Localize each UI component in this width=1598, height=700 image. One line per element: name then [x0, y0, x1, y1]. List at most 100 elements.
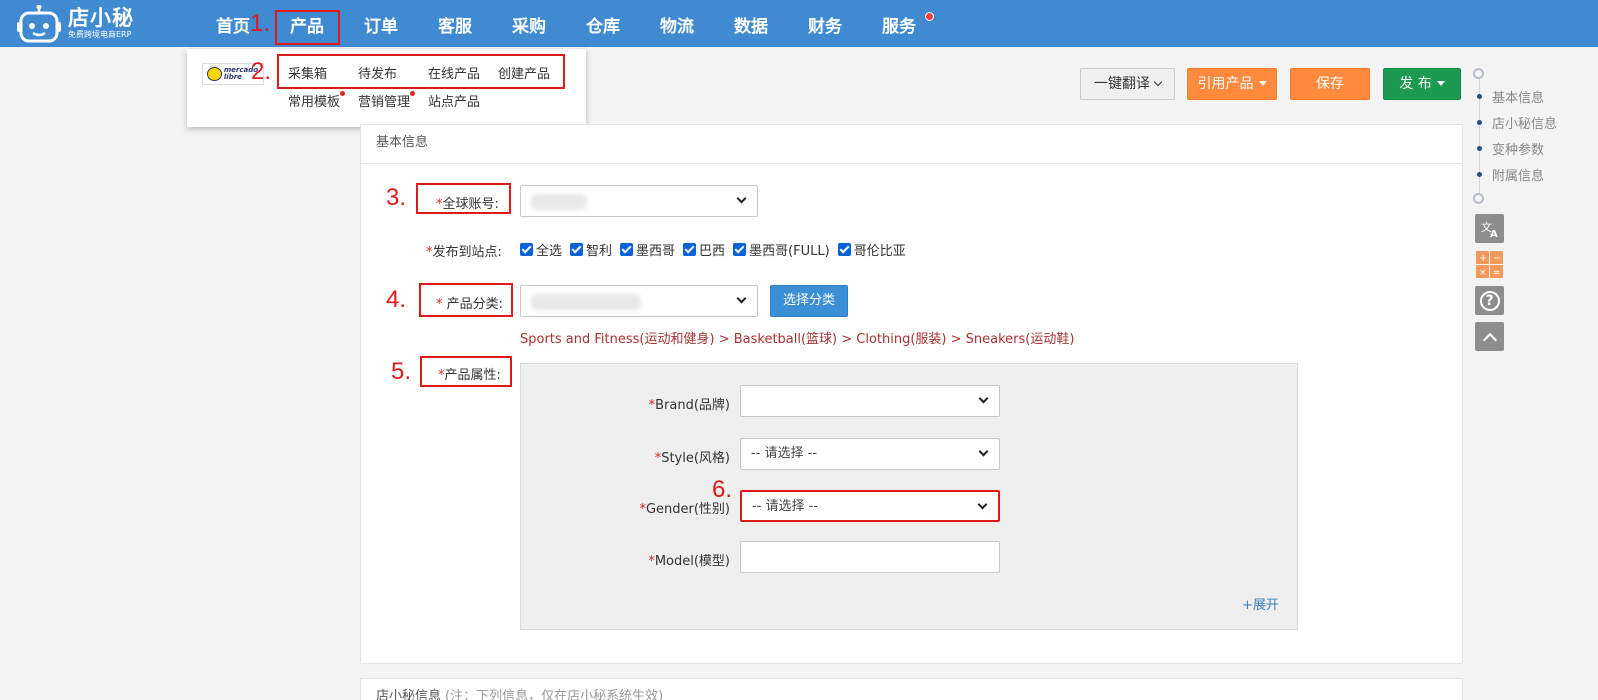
checkbox-checked-icon[interactable] [570, 243, 584, 256]
site-label: 墨西哥(FULL) [749, 244, 830, 259]
style-attr-label: *Style(风格) [620, 447, 730, 466]
model-attr-label-text: Model(模型) [654, 554, 730, 569]
checkbox-checked-icon[interactable] [837, 243, 851, 256]
checkbox-checked-icon[interactable] [733, 243, 747, 256]
anchor-label: 附属信息 [1492, 168, 1545, 184]
brand-select[interactable] [740, 385, 1000, 417]
brand-attr-label: *Brand(品牌) [620, 394, 730, 413]
annotation-box-products-nav [275, 10, 340, 45]
annotation-3: 3. [386, 184, 407, 211]
dxm-panel-title: 店小秘信息 [376, 689, 442, 700]
checkbox-checked-icon[interactable] [620, 243, 634, 256]
anchor-label: 店小秘信息 [1492, 116, 1558, 132]
nav-item-purchasing[interactable]: 采购 [492, 0, 566, 47]
new-dot-icon [410, 91, 416, 96]
notification-dot-icon [925, 12, 934, 21]
model-attr-label: *Model(模型) [620, 550, 730, 569]
checkbox-checked-icon[interactable] [520, 243, 533, 256]
style-select-value: -- 请选择 -- [751, 446, 818, 461]
top-navigation-bar: 店小秘 免费跨境电商ERP 首页 产品 订单 客服 采购 仓库 物流 数据 财务… [0, 0, 1598, 47]
menu-item-site-products[interactable]: 站点产品 [428, 91, 480, 110]
nav-item-data[interactable]: 数据 [714, 0, 788, 47]
robot-logo-icon [16, 4, 62, 43]
nav-item-logistics[interactable]: 物流 [640, 0, 714, 47]
annotation-box-menu-row [277, 54, 565, 89]
calculator-icon: + − × = [1476, 251, 1503, 278]
anchor-dot-icon [1477, 171, 1482, 177]
nav-item-finance[interactable]: 财务 [788, 0, 862, 47]
site-label: 巴西 [699, 244, 726, 259]
style-attr-label-text: Style(风格) [661, 451, 730, 466]
nav-item-customer-service[interactable]: 客服 [418, 0, 492, 47]
publish-button-label: 发 布 [1399, 76, 1432, 92]
expand-attributes-link[interactable]: +展开 [1242, 594, 1279, 613]
panel-title: 基本信息 [361, 125, 1462, 164]
annotation-2: 2. [251, 58, 272, 85]
nav-item-warehouse[interactable]: 仓库 [566, 0, 640, 47]
menu-item-templates[interactable]: 常用模板 [288, 91, 346, 110]
site-label: 智利 [586, 244, 613, 259]
nav-item-services[interactable]: 服务 [862, 0, 936, 47]
translate-tool-button[interactable]: 文 A [1475, 214, 1504, 243]
anchor-label: 变种参数 [1492, 142, 1545, 158]
gender-select[interactable]: -- 请选择 -- [740, 490, 1000, 522]
category-select[interactable] [520, 285, 758, 317]
global-account-select[interactable] [520, 185, 758, 217]
menu-item-templates-label: 常用模板 [288, 95, 341, 110]
blurred-category-value [531, 294, 641, 310]
chevron-down-icon [736, 293, 747, 304]
help-icon: ? [1479, 290, 1500, 311]
site-checkbox-chile[interactable]: 智利 [570, 240, 612, 259]
site-checkbox-colombia[interactable]: 哥伦比亚 [837, 240, 906, 259]
nav-item-orders[interactable]: 订单 [344, 0, 418, 47]
calculator-tool-button[interactable]: + − × = [1475, 250, 1504, 279]
cite-product-button[interactable]: 引用产品 [1187, 68, 1277, 100]
anchor-basic-info[interactable]: 基本信息 [1474, 89, 1544, 106]
translate-button-label: 一键翻译 [1094, 76, 1150, 92]
site-checkbox-mexico-full[interactable]: 墨西哥(FULL) [733, 240, 830, 259]
translate-icon: 文 A [1481, 220, 1498, 239]
anchor-dxm-info[interactable]: 店小秘信息 [1474, 115, 1558, 132]
save-button[interactable]: 保存 [1290, 68, 1370, 100]
site-label: 哥伦比亚 [853, 244, 906, 259]
brand-logo[interactable]: 店小秘 免费跨境电商ERP [16, 2, 146, 44]
brand-attr-label-text: Brand(品牌) [655, 398, 730, 413]
site-checkbox-mexico[interactable]: 墨西哥 [620, 240, 675, 259]
gender-attr-label-text: Gender(性别) [645, 502, 730, 517]
svg-text:=: = [1493, 268, 1501, 278]
anchor-dot-icon [1477, 119, 1482, 125]
chevron-down-icon [978, 446, 989, 457]
dxm-panel-note: (注：下列信息，仅在店小秘系统生效) [445, 689, 664, 700]
publish-button[interactable]: 发 布 [1383, 68, 1461, 100]
handshake-icon [207, 67, 222, 81]
translate-button[interactable]: 一键翻译 [1080, 68, 1175, 100]
site-checkbox-brazil[interactable]: 巴西 [683, 240, 725, 259]
style-select[interactable]: -- 请选择 -- [740, 438, 1000, 470]
annotation-box-category [419, 283, 513, 317]
back-to-top-button[interactable] [1475, 322, 1504, 351]
checkbox-checked-icon[interactable] [683, 243, 697, 256]
anchor-variants[interactable]: 变种参数 [1474, 141, 1545, 158]
gender-select-value: -- 请选择 -- [752, 499, 819, 514]
brand-name: 店小秘 [68, 6, 134, 30]
site-label: 墨西哥 [636, 244, 676, 259]
svg-text:−: − [1493, 253, 1501, 264]
anchor-extra-info[interactable]: 附属信息 [1474, 167, 1545, 184]
site-checkbox-all[interactable]: 全选 [520, 240, 562, 259]
choose-category-button[interactable]: 选择分类 [770, 285, 848, 317]
menu-item-marketing-label: 营销管理 [358, 95, 411, 110]
model-input[interactable] [740, 541, 1000, 573]
cite-product-label: 引用产品 [1197, 76, 1254, 92]
new-dot-icon [340, 91, 346, 96]
annotation-5: 5. [391, 358, 412, 385]
menu-item-marketing[interactable]: 营销管理 [358, 91, 416, 110]
svg-text:+: + [1479, 253, 1487, 264]
chevron-up-icon [1482, 332, 1497, 347]
chevron-down-icon [736, 193, 747, 204]
caret-down-icon [1436, 81, 1445, 86]
help-tool-button[interactable]: ? [1475, 286, 1504, 315]
sites-label-text: 发布到站点: [432, 245, 502, 260]
anchor-start-circle [1473, 68, 1484, 79]
nav-item-services-label: 服务 [882, 17, 916, 37]
annotation-1: 1. [250, 10, 271, 37]
